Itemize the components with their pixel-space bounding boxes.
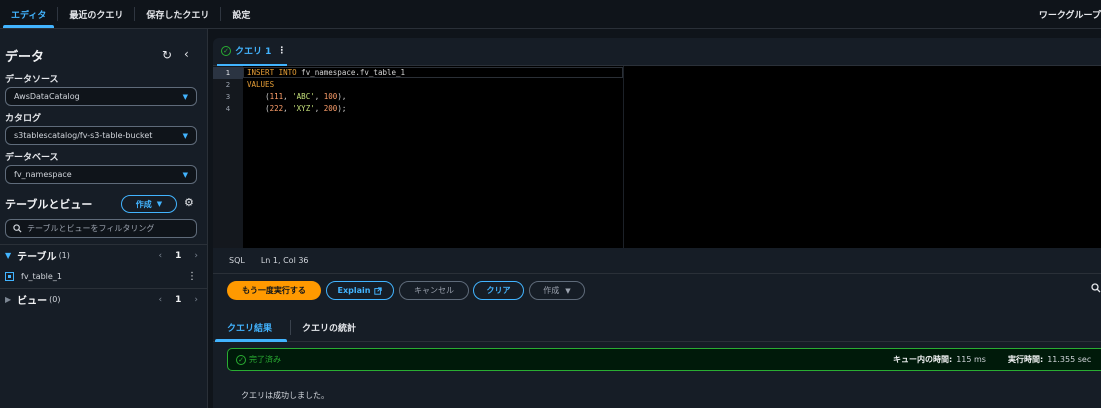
sql-code-editor[interactable]: 1 2 3 4 INSERT INTO fv_namespace.fv_tabl…: [213, 66, 1101, 248]
next-page-icon[interactable]: ›: [194, 251, 198, 261]
sql-keyword: VALUES: [247, 80, 275, 89]
tab-query-results[interactable]: クエリ結果: [227, 321, 272, 334]
line-number: 2: [225, 81, 231, 89]
expand-down-icon: ▼: [5, 251, 12, 260]
table-filter-input[interactable]: テーブルとビューをフィルタリング: [5, 219, 197, 238]
workgroup-label[interactable]: ワークグループ: [1039, 0, 1101, 29]
table-icon: [5, 272, 14, 281]
queue-time-label: キュー内の時間:: [893, 355, 953, 364]
views-page-number: 1: [175, 294, 182, 305]
tables-section-header[interactable]: ▼ テーブル (1) ‹ 1 ›: [0, 244, 208, 266]
top-navigation: エディタ 最近のクエリ 保存したクエリ 設定 ワークグループ: [0, 0, 1101, 29]
views-count: (0): [49, 295, 61, 304]
code-line-2: VALUES: [247, 79, 274, 91]
catalog-value: s3tablescatalog/fv-s3-table-bucket: [14, 131, 153, 140]
database-select[interactable]: fv_namespace ▼: [5, 165, 197, 184]
queue-time-value: 115 ms: [956, 355, 986, 364]
views-section-title: ビュー: [17, 296, 48, 307]
nav-tab-saved-queries[interactable]: 保存したクエリ: [135, 0, 220, 28]
caret-down-icon: ▼: [565, 286, 571, 295]
tab-divider: [290, 320, 291, 335]
line-number: 1: [213, 67, 243, 79]
catalog-label: カタログ: [5, 114, 42, 124]
gear-icon[interactable]: ⚙: [184, 196, 194, 209]
search-icon: [13, 224, 22, 233]
run-again-button[interactable]: もう一度実行する: [227, 281, 321, 300]
language-indicator: SQL: [229, 256, 245, 265]
tables-page-number: 1: [175, 250, 182, 261]
prev-page-icon[interactable]: ‹: [159, 295, 163, 305]
create-label: 作成: [543, 286, 560, 295]
tables-section-title: テーブル: [17, 252, 57, 263]
status-text: 完了済み: [249, 355, 281, 364]
external-link-icon: [374, 286, 383, 295]
database-label: データベース: [5, 153, 59, 163]
data-source-select[interactable]: AwsDataCatalog ▼: [5, 87, 197, 106]
query-actions: もう一度実行する Explain キャンセル クリア 作成 ▼: [213, 274, 1101, 308]
tables-views-title: テーブルとビュー: [5, 198, 93, 211]
success-check-icon: ✓: [221, 45, 231, 56]
query-tab-label: クエリ 1: [235, 47, 272, 57]
create-dropdown-button[interactable]: 作成 ▼: [121, 195, 177, 213]
nav-tab-recent-queries[interactable]: 最近のクエリ: [58, 0, 134, 28]
data-source-value: AwsDataCatalog: [14, 92, 80, 101]
clear-button[interactable]: クリア: [473, 281, 524, 300]
cancel-button[interactable]: キャンセル: [399, 281, 469, 300]
editor-status-bar: SQL Ln 1, Col 36: [213, 248, 1101, 274]
caret-down-icon: ▼: [182, 92, 188, 101]
more-options-icon[interactable]: ⋮: [277, 46, 286, 56]
create-menu-button[interactable]: 作成 ▼: [529, 281, 585, 300]
tables-count: (1): [58, 251, 70, 260]
database-value: fv_namespace: [14, 170, 72, 179]
caret-down-icon: ▼: [182, 131, 188, 140]
query-tab[interactable]: ✓ クエリ 1 ⋮: [221, 44, 286, 57]
run-time-value: 11.355 sec: [1047, 355, 1092, 364]
line-number-gutter: 1 2 3 4: [213, 66, 243, 248]
line-number: 3: [225, 93, 231, 101]
next-page-icon[interactable]: ›: [194, 295, 198, 305]
active-tab-indicator: [215, 339, 287, 342]
caret-down-icon: ▼: [182, 170, 188, 179]
tab-query-stats[interactable]: クエリの統計: [302, 321, 356, 334]
code-line-1: INSERT INTO fv_namespace.fv_table_1: [247, 68, 406, 77]
collapse-chevron-icon[interactable]: ‹: [184, 47, 189, 61]
run-time-label: 実行時間:: [1008, 355, 1044, 364]
views-section-header[interactable]: ▶ ビュー (0) ‹ 1 ›: [0, 288, 208, 310]
table-name: fv_table_1: [21, 272, 62, 281]
code-line-4: (222, 'XYZ', 200);: [265, 104, 347, 113]
nav-tab-editor[interactable]: エディタ: [0, 0, 57, 28]
tables-pager: ‹ 1 ›: [159, 251, 198, 261]
print-margin: [623, 66, 624, 248]
caret-down-icon: ▼: [156, 200, 163, 208]
search-icon[interactable]: [1091, 283, 1101, 296]
refresh-icon[interactable]: ↻: [162, 48, 172, 62]
success-check-icon: ✓: [236, 354, 246, 365]
create-label: 作成: [135, 199, 152, 209]
query-success-message: クエリは成功しました。: [241, 391, 329, 400]
query-tab-bar: ✓ クエリ 1 ⋮: [213, 38, 1101, 66]
data-source-label: データソース: [5, 75, 59, 85]
table-item[interactable]: fv_table_1 ⋮: [0, 267, 208, 286]
data-sidebar: データ ↻ ‹ データソース AwsDataCatalog ▼ カタログ s3t…: [0, 29, 208, 408]
cursor-position: Ln 1, Col 36: [260, 256, 309, 265]
sidebar-title: データ: [5, 50, 45, 65]
sql-keyword: INSERT INTO: [247, 68, 297, 77]
more-options-icon[interactable]: ⋮: [187, 271, 197, 282]
results-tab-bar: クエリ結果 クエリの統計: [213, 314, 1101, 342]
nav-tab-settings[interactable]: 設定: [221, 0, 261, 28]
status-banner: ✓ 完了済み キュー内の時間: 115 ms 実行時間: 11.355 sec: [227, 348, 1101, 371]
filter-placeholder: テーブルとビューをフィルタリング: [27, 224, 155, 233]
views-pager: ‹ 1 ›: [159, 295, 198, 305]
catalog-select[interactable]: s3tablescatalog/fv-s3-table-bucket ▼: [5, 126, 197, 145]
code-line-3: (111, 'ABC', 100),: [265, 92, 347, 101]
explain-button[interactable]: Explain: [326, 281, 394, 300]
run-time: 実行時間: 11.355 sec: [1008, 349, 1091, 370]
expand-right-icon: ▶: [5, 295, 12, 304]
prev-page-icon[interactable]: ‹: [159, 251, 163, 261]
line-number: 4: [225, 105, 231, 113]
explain-label: Explain: [337, 286, 371, 295]
query-editor-panel: ✓ クエリ 1 ⋮ 1 2 3 4 INSERT INTO fv_namespa…: [213, 38, 1101, 408]
queue-time: キュー内の時間: 115 ms: [893, 349, 986, 370]
